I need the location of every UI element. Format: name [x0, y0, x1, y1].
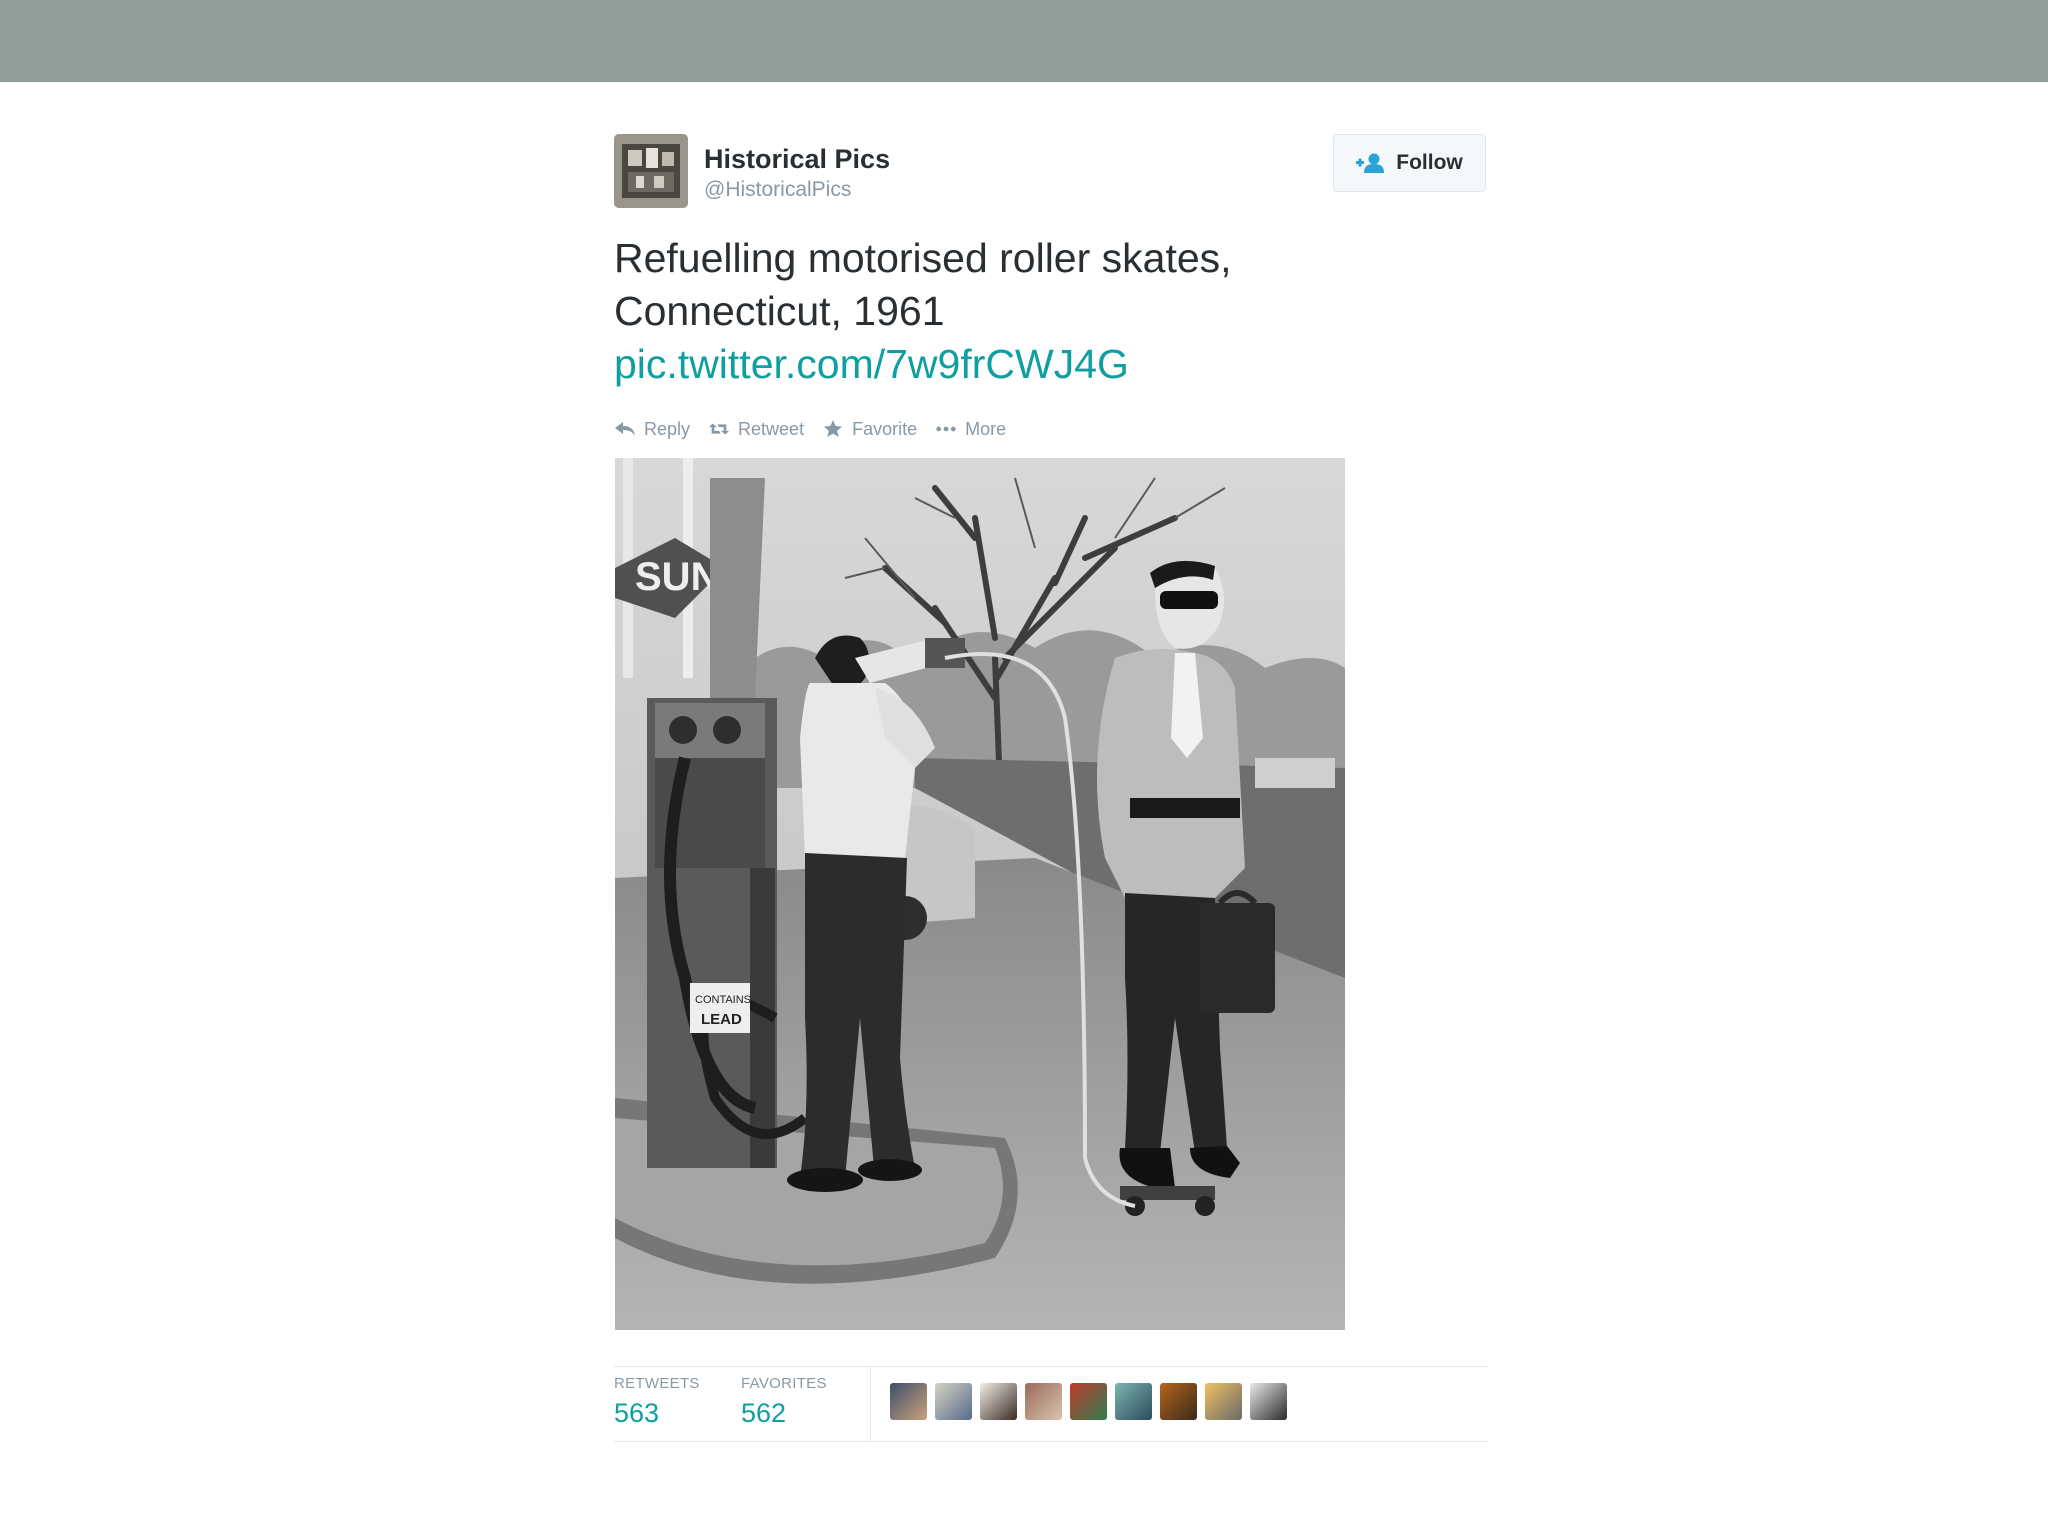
favoriter-avatar[interactable]	[980, 1383, 1017, 1420]
favoriter-avatars	[890, 1383, 1287, 1420]
sun-sign-text: SUN	[635, 555, 719, 599]
stats-divider	[870, 1367, 871, 1441]
favoriter-avatar[interactable]	[1160, 1383, 1197, 1420]
favorites-label: FAVORITES	[741, 1375, 827, 1392]
avatar[interactable]	[614, 134, 688, 208]
favoriter-avatar[interactable]	[1250, 1383, 1287, 1420]
username[interactable]: @HistoricalPics	[704, 178, 851, 202]
retweet-button[interactable]: Retweet	[708, 419, 804, 440]
retweets-label: RETWEETS	[614, 1375, 700, 1392]
reply-button[interactable]: Reply	[614, 419, 690, 440]
favoriter-avatar[interactable]	[890, 1383, 927, 1420]
favoriter-avatar[interactable]	[1025, 1383, 1062, 1420]
favoriter-avatar[interactable]	[1205, 1383, 1242, 1420]
tweet-photo-image: SUN CONTAINS LEAD	[615, 458, 1345, 1330]
tweet-photo[interactable]: SUN CONTAINS LEAD	[615, 458, 1345, 1330]
favorites-stat[interactable]: FAVORITES 562	[741, 1375, 827, 1429]
display-name[interactable]: Historical Pics	[704, 144, 890, 175]
tweet-text: Refuelling motorised roller skates, Conn…	[614, 232, 1488, 391]
follow-user-icon	[1356, 153, 1385, 173]
tweet-actions: Reply Retweet Favorite More	[614, 414, 1024, 444]
pump-sign-line-2: LEAD	[701, 1011, 742, 1028]
tweet-text-line-1: Refuelling motorised roller skates,	[614, 235, 1232, 281]
retweets-count: 563	[614, 1398, 660, 1428]
more-label: More	[965, 418, 1007, 439]
tweet-stats: RETWEETS 563 FAVORITES 562	[614, 1366, 1488, 1442]
more-button[interactable]: More	[935, 419, 1006, 440]
follow-button[interactable]: Follow	[1333, 134, 1486, 192]
reply-label: Reply	[644, 418, 691, 439]
more-dots-icon	[936, 426, 956, 432]
pump-sign-line-1: CONTAINS	[695, 994, 751, 1006]
star-icon	[824, 420, 843, 437]
favoriter-avatar[interactable]	[1070, 1383, 1107, 1420]
retweet-icon	[708, 423, 730, 435]
retweet-label: Retweet	[738, 418, 805, 439]
favoriter-avatar[interactable]	[1115, 1383, 1152, 1420]
tweet-text-line-2: Connecticut, 1961	[614, 288, 945, 334]
retweets-stat[interactable]: RETWEETS 563	[614, 1375, 700, 1429]
avatar-image	[614, 134, 688, 208]
favorites-count: 562	[741, 1398, 787, 1428]
top-banner	[0, 0, 2048, 82]
reply-icon	[615, 422, 635, 436]
favorite-button[interactable]: Favorite	[822, 419, 917, 440]
follow-label: Follow	[1396, 151, 1463, 174]
favorite-label: Favorite	[852, 418, 918, 439]
tweet-photo-link[interactable]: pic.twitter.com/7w9frCWJ4G	[614, 338, 1488, 391]
favoriter-avatar[interactable]	[935, 1383, 972, 1420]
